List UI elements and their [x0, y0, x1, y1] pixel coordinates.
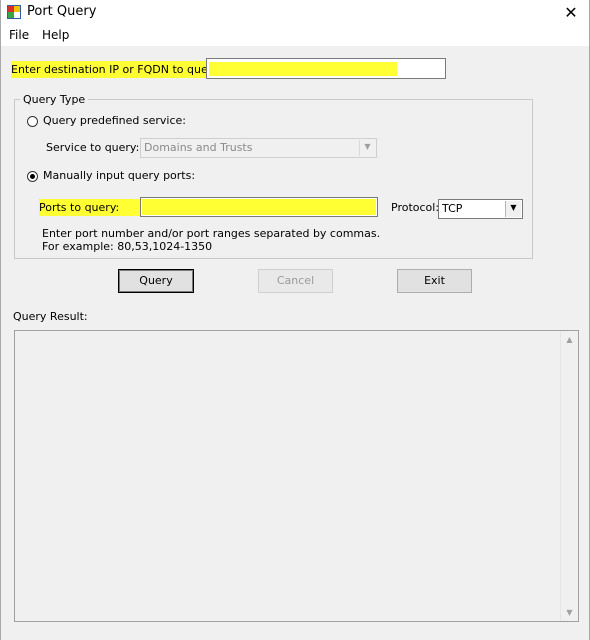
query-result-label: Query Result: — [13, 310, 88, 323]
close-button[interactable]: ✕ — [559, 2, 583, 24]
query-type-title: Query Type — [20, 93, 89, 106]
query-result-area[interactable]: ▲ ▼ — [14, 330, 579, 622]
menu-bar: File Help — [1, 26, 589, 46]
result-scrollbar[interactable]: ▲ ▼ — [560, 331, 578, 621]
chevron-down-icon: ▼ — [359, 140, 375, 156]
window-title: Port Query — [27, 4, 97, 19]
predefined-label[interactable]: Query predefined service: — [43, 114, 186, 127]
manual-radio[interactable] — [27, 171, 38, 182]
protocol-value: TCP — [442, 202, 463, 215]
port-query-window: Port Query ✕ File Help Enter destination… — [0, 0, 590, 640]
destination-input[interactable] — [206, 58, 446, 79]
destination-label: Enter destination IP or FQDN to query: — [11, 61, 228, 78]
protocol-select[interactable]: TCP ▼ — [438, 199, 523, 219]
service-value: Domains and Trusts — [144, 141, 253, 154]
scroll-up-icon[interactable]: ▲ — [561, 331, 578, 348]
title-bar: Port Query ✕ — [1, 0, 589, 26]
hint-line-2: For example: 80,53,1024-1350 — [42, 240, 213, 253]
manual-label[interactable]: Manually input query ports: — [43, 169, 195, 182]
protocol-label: Protocol: — [391, 201, 440, 214]
exit-button[interactable]: Exit — [397, 269, 472, 293]
service-select[interactable]: Domains and Trusts ▼ — [140, 138, 377, 158]
predefined-radio[interactable] — [27, 116, 38, 127]
ports-input[interactable] — [140, 197, 378, 217]
menu-file[interactable]: File — [9, 28, 29, 42]
hint-line-1: Enter port number and/or port ranges sep… — [42, 227, 381, 240]
cancel-button[interactable]: Cancel — [258, 269, 333, 293]
chevron-down-icon: ▼ — [505, 201, 521, 217]
app-icon — [7, 5, 21, 19]
menu-help[interactable]: Help — [42, 28, 69, 42]
scroll-down-icon[interactable]: ▼ — [561, 604, 578, 621]
service-label: Service to query: — [46, 141, 140, 154]
close-icon: ✕ — [564, 3, 578, 22]
query-button[interactable]: Query — [118, 269, 194, 293]
ports-label: Ports to query: — [39, 199, 146, 216]
